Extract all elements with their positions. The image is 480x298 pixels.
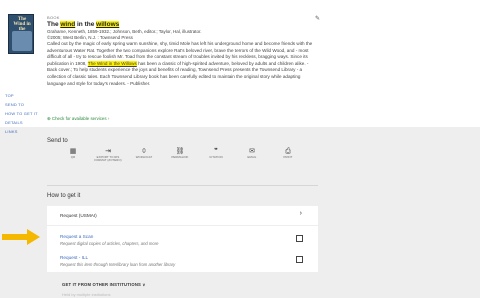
send-export-ris-button[interactable]: ⇥ EXPORT TO RIS FORMAT (ZOTERO)	[92, 147, 124, 163]
nav-details[interactable]: DETAILS	[5, 120, 23, 125]
external-link-icon[interactable]	[296, 235, 303, 242]
availability-chevron-icon: ›	[107, 116, 110, 121]
nav-send-to[interactable]: SEND TO	[5, 102, 24, 107]
send-citation-label: CITATION	[209, 155, 223, 159]
description-highlight: The Wind in the Willows	[87, 60, 137, 66]
nav-how-to-get-it[interactable]: HOW TO GET IT	[5, 111, 38, 116]
nav-top[interactable]: TOP	[5, 93, 14, 98]
send-worldcat-label: WORLDCAT	[135, 155, 153, 159]
external-link-icon[interactable]	[296, 256, 303, 263]
annotation-arrow-icon	[2, 229, 40, 245]
request-scan-link[interactable]: Request a Scan	[60, 234, 93, 239]
pin-icon[interactable]: ✎	[315, 15, 320, 22]
send-to-actions: ▦ QR ⇥ EXPORT TO RIS FORMAT (ZOTERO) ᛰ W…	[47, 147, 318, 182]
send-email-button[interactable]: ✉ EMAIL	[236, 147, 268, 159]
nav-links[interactable]: LINKS	[5, 129, 18, 134]
request-scan-description: Request digital copies of articles, chap…	[60, 241, 159, 246]
chevron-right-icon: ›	[299, 210, 302, 217]
send-qr-button[interactable]: ▦ QR	[57, 147, 89, 159]
send-to-heading: Send to	[47, 138, 68, 144]
other-institutions-hint: Held by multiple institutions	[62, 292, 111, 297]
how-to-get-it-heading: How to get it	[47, 193, 81, 199]
other-institutions-toggle[interactable]: GET IT FROM OTHER INSTITUTIONS ∨	[62, 282, 146, 287]
send-permalink-label: PERMALINK	[171, 155, 189, 159]
send-print-button[interactable]: ⎙ PRINT	[272, 147, 304, 159]
title-highlight-willows: willows	[96, 21, 120, 28]
send-email-label: EMAIL	[247, 155, 257, 159]
request-ill-description: Request this item through Interlibrary l…	[60, 262, 176, 267]
title-text: The	[47, 21, 61, 28]
send-export-ris-label: EXPORT TO RIS FORMAT (ZOTERO)	[94, 155, 122, 163]
title-text-mid: in the	[75, 21, 97, 28]
send-worldcat-button[interactable]: ᛰ WORLDCAT	[128, 147, 160, 159]
title-highlight-wind: wind	[60, 21, 76, 28]
chevron-down-icon: ∨	[142, 282, 146, 287]
send-permalink-button[interactable]: ⛓ PERMALINK	[164, 147, 196, 159]
request-usmai-row[interactable]: Request (USMAI) ›	[47, 206, 318, 225]
cover-illustration	[12, 31, 32, 51]
request-usmai-label: Request (USMAI)	[60, 213, 97, 218]
send-qr-label: QR	[70, 155, 76, 159]
resource-type: BOOK	[47, 15, 60, 20]
book-cover-thumbnail[interactable]: The Wind in the Willows	[8, 14, 34, 54]
availability-label: Check for available services	[51, 116, 107, 121]
section-divider	[47, 185, 318, 186]
availability-link[interactable]: ⊕ Check for available services ›	[47, 116, 109, 122]
request-ill-link[interactable]: Request - ILL	[60, 255, 88, 260]
record-title[interactable]: The wind in the willows	[47, 21, 120, 28]
other-institutions-label: GET IT FROM OTHER INSTITUTIONS	[62, 282, 142, 287]
send-print-label: PRINT	[283, 155, 293, 159]
request-options-card: Request a Scan Request digital copies of…	[47, 226, 318, 272]
record-description: Called out by the magic of early spring …	[47, 41, 313, 87]
send-citation-button[interactable]: ❞ CITATION	[200, 147, 232, 159]
